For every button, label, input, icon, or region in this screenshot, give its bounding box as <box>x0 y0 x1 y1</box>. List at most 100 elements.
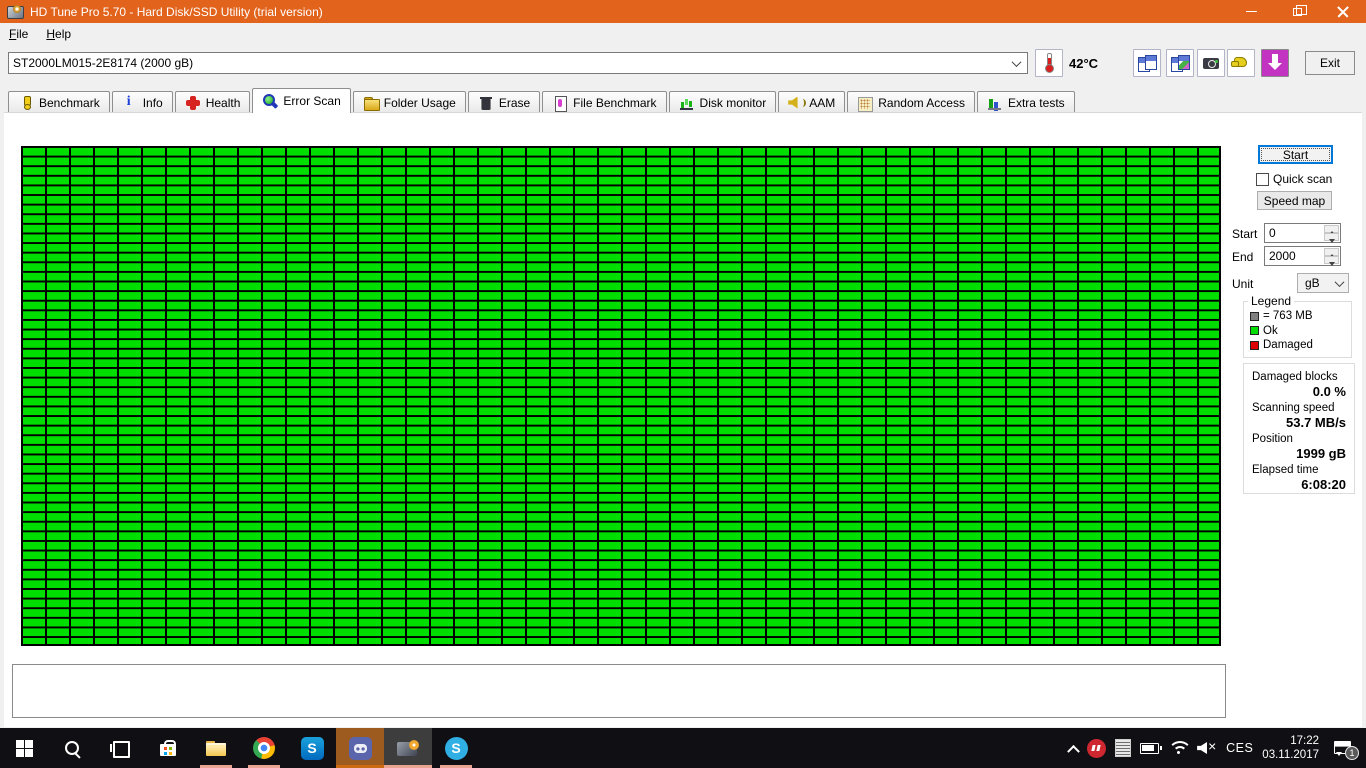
spinner-down-button[interactable] <box>1324 256 1339 266</box>
taskbar-store-button[interactable] <box>144 728 192 768</box>
windows-logo-icon <box>15 739 33 757</box>
legend-title: Legend <box>1248 294 1295 308</box>
battery-icon[interactable] <box>1140 742 1163 754</box>
save-screenshot-button[interactable] <box>1197 49 1225 77</box>
tab-folder-usage[interactable]: Folder Usage <box>352 91 466 113</box>
notification-badge: 1 <box>1345 746 1359 760</box>
position-label: Position <box>1252 433 1293 445</box>
tab-file-benchmark[interactable]: File Benchmark <box>542 91 667 113</box>
download-arrow-icon <box>1268 54 1282 70</box>
taskbar-hdtune-button[interactable] <box>384 728 432 768</box>
spinner-up-button[interactable] <box>1324 225 1339 235</box>
damaged-blocks-value: 0.0 % <box>1312 384 1346 399</box>
temperature-button[interactable] <box>1035 49 1063 77</box>
minimize-button[interactable] <box>1228 0 1274 23</box>
damaged-blocks-label: Damaged blocks <box>1252 371 1338 383</box>
restore-button[interactable] <box>1274 0 1320 23</box>
start-position-input[interactable]: 0 <box>1264 223 1341 243</box>
task-view-button[interactable] <box>96 728 144 768</box>
menu-help[interactable]: Help <box>37 25 80 43</box>
end-field-label: End <box>1232 250 1254 264</box>
wifi-icon[interactable] <box>1168 741 1193 755</box>
unit-dropdown[interactable]: gB <box>1297 273 1349 293</box>
tab-random-access[interactable]: Random Access <box>847 91 975 113</box>
info-icon <box>122 94 138 110</box>
end-position-input[interactable]: 2000 <box>1264 246 1341 266</box>
taskbar-skype-button[interactable] <box>288 728 336 768</box>
chrome-icon <box>253 737 275 759</box>
quick-scan-option[interactable]: Quick scan <box>1256 172 1332 186</box>
start-field-label: Start <box>1232 227 1258 241</box>
start-spinner <box>1324 225 1339 243</box>
tab-erase[interactable]: Erase <box>467 91 541 113</box>
action-center-icon[interactable]: 1 <box>1334 740 1359 760</box>
camera-icon <box>1203 58 1219 69</box>
health-cross-icon <box>185 95 201 110</box>
scanning-speed-label: Scanning speed <box>1252 402 1335 414</box>
tray-expand-chevron-icon[interactable] <box>1067 744 1080 758</box>
close-icon <box>1337 6 1349 18</box>
drive-selector-dropdown[interactable]: ST2000LM015-2E8174 (2000 gB) <box>8 52 1028 74</box>
start-menu-button[interactable] <box>0 728 48 768</box>
temperature-value: 42°C <box>1069 56 1099 71</box>
legend-block-size: = 763 MB <box>1250 310 1351 322</box>
taskbar-discord-button[interactable] <box>336 728 384 768</box>
taskbar-clock[interactable]: 17:22 03.11.2017 <box>1262 734 1319 762</box>
volume-muted-icon[interactable] <box>1197 738 1217 755</box>
language-indicator[interactable]: CES <box>1226 741 1253 755</box>
hand-icon <box>1231 57 1247 67</box>
legend-groupbox: Legend = 763 MB Ok Damaged <box>1243 294 1352 358</box>
random-access-icon <box>857 96 874 112</box>
taskbar-chrome-button[interactable] <box>240 728 288 768</box>
elapsed-time-label: Elapsed time <box>1252 464 1319 476</box>
start-scan-button[interactable]: Start <box>1258 145 1333 164</box>
magnifier-icon <box>262 94 278 108</box>
folder-icon <box>363 96 380 111</box>
quick-scan-label: Quick scan <box>1273 172 1333 186</box>
chevron-down-icon <box>1008 56 1024 70</box>
hand-button[interactable] <box>1227 49 1255 77</box>
copy-text-icon <box>1138 55 1157 72</box>
skype-icon <box>300 736 324 760</box>
exit-button[interactable]: Exit <box>1305 51 1355 75</box>
taskbar-search-button[interactable] <box>48 728 96 768</box>
restore-icon <box>1292 4 1307 16</box>
hdtune-app-icon <box>7 5 24 19</box>
block-size-swatch <box>1250 311 1259 321</box>
menubar: File Help <box>0 23 1366 45</box>
scan-status-box <box>12 664 1226 718</box>
spinner-down-button[interactable] <box>1324 233 1339 243</box>
system-tray: CES 17:22 03.11.2017 1 <box>1067 728 1366 768</box>
tab-aam[interactable]: AAM <box>778 91 846 113</box>
minimize-icon <box>1245 11 1257 12</box>
tab-extra-tests[interactable]: Extra tests <box>976 91 1075 113</box>
spinner-up-button[interactable] <box>1324 248 1339 258</box>
tab-health[interactable]: Health <box>174 91 251 113</box>
window-titlebar: HD Tune Pro 5.70 - Hard Disk/SSD Utility… <box>0 0 1366 23</box>
search-icon <box>63 739 81 757</box>
scan-stats-panel: Damaged blocks 0.0 % Scanning speed 53.7… <box>1243 363 1355 494</box>
menu-file[interactable]: File <box>0 25 37 43</box>
position-value: 1999 gB <box>1296 446 1346 461</box>
tab-disk-monitor[interactable]: Disk monitor <box>668 91 777 113</box>
speaker-icon <box>788 96 807 110</box>
unit-field-label: Unit <box>1232 277 1254 291</box>
copy-image-icon <box>1171 55 1190 72</box>
hd-tune-window: HD Tune Pro 5.70 - Hard Disk/SSD Utility… <box>0 0 1366 768</box>
tray-red-app-icon[interactable] <box>1087 738 1107 758</box>
speed-map-button[interactable]: Speed map <box>1257 191 1332 210</box>
download-button[interactable] <box>1261 49 1289 77</box>
tray-notes-icon[interactable] <box>1115 739 1132 757</box>
copy-screenshot-button[interactable] <box>1166 49 1194 77</box>
elapsed-time-value: 6:08:20 <box>1301 477 1346 492</box>
tab-benchmark[interactable]: Benchmark <box>8 91 110 113</box>
close-button[interactable] <box>1320 0 1366 23</box>
taskbar-file-explorer-button[interactable] <box>192 728 240 768</box>
store-bag-icon <box>160 740 176 756</box>
taskbar-skype-app-button[interactable] <box>432 728 480 768</box>
quick-scan-checkbox[interactable] <box>1256 172 1269 186</box>
tab-error-scan[interactable]: Error Scan <box>252 88 351 113</box>
scanning-speed-value: 53.7 MB/s <box>1286 415 1346 430</box>
copy-text-button[interactable] <box>1133 49 1161 77</box>
tab-info[interactable]: Info <box>111 91 173 113</box>
